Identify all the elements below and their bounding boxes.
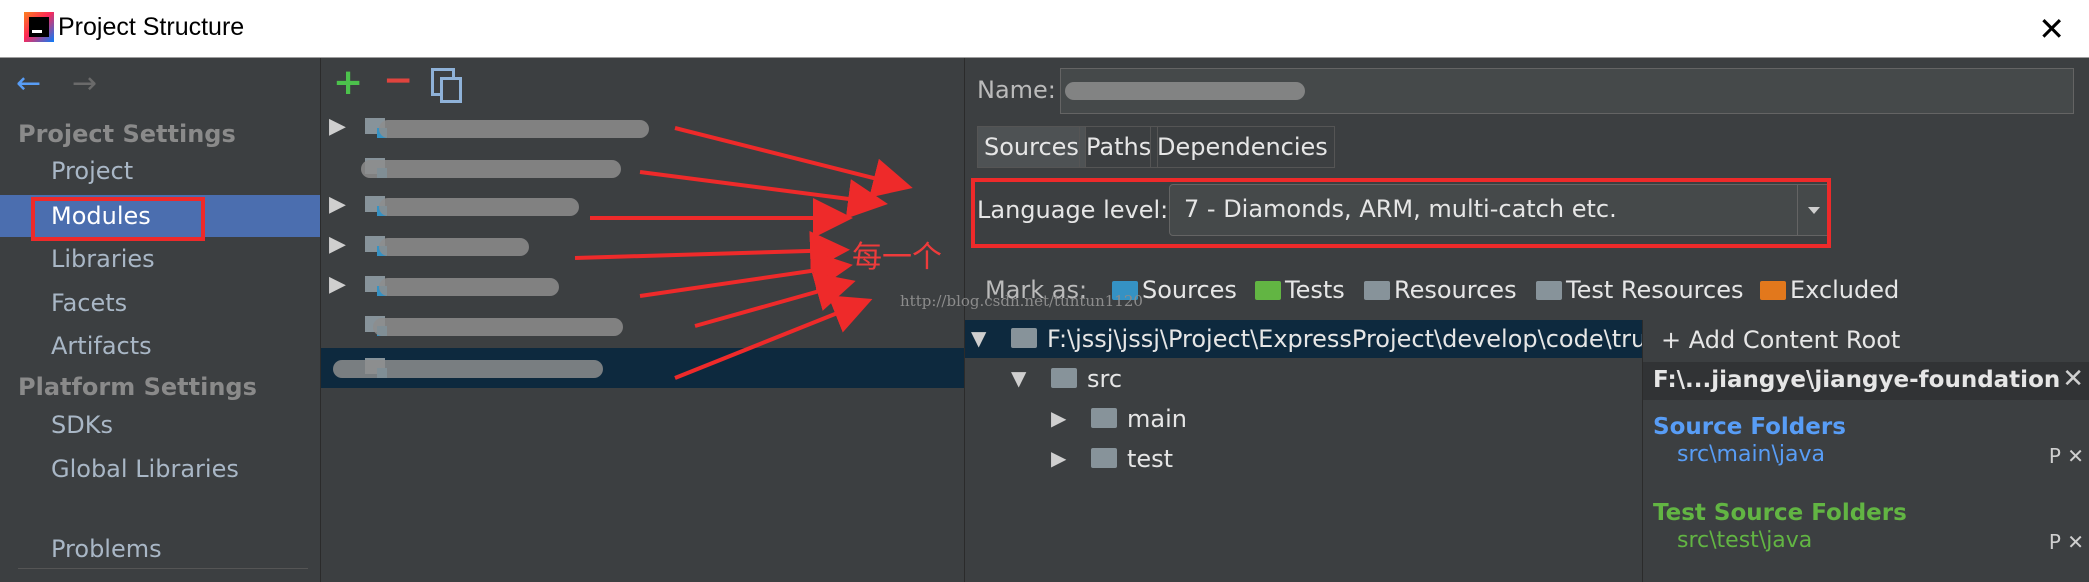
- tab-dependencies[interactable]: Dependencies: [1150, 126, 1335, 168]
- remove-folder-icon[interactable]: ✕: [2067, 444, 2084, 468]
- sidebar-item-project[interactable]: Project: [0, 150, 320, 192]
- excluded-folder-icon: [1760, 281, 1786, 300]
- add-module-button[interactable]: +: [333, 62, 363, 103]
- module-row[interactable]: [321, 148, 964, 188]
- mark-as-excluded-button[interactable]: Excluded: [1760, 276, 1899, 304]
- tree-item-test[interactable]: ▶ test: [965, 440, 1642, 478]
- remove-content-root-icon[interactable]: ✕: [2062, 364, 2084, 394]
- redacted-module-name: [379, 198, 579, 216]
- folder-icon: [1091, 448, 1117, 468]
- package-prefix-icon[interactable]: P: [2049, 444, 2061, 468]
- content-tree-root[interactable]: ▼ F:\jssj\jssj\Project\ExpressProject\de…: [965, 320, 1661, 358]
- module-row[interactable]: ▶: [321, 108, 964, 148]
- tab-sources[interactable]: Sources: [977, 126, 1086, 168]
- project-settings-heading: Project Settings: [18, 120, 236, 148]
- redacted-module-name: [361, 160, 621, 178]
- annotation-text: 每一个: [852, 240, 942, 275]
- expand-arrow-icon[interactable]: ▶: [1051, 446, 1066, 470]
- redacted-module-name: [333, 360, 603, 378]
- sidebar-item-facets[interactable]: Facets: [0, 282, 320, 324]
- expand-arrow-icon[interactable]: ▶: [1051, 406, 1066, 430]
- source-folder-path: src\main\java: [1677, 442, 1826, 467]
- redacted-module-name: [373, 318, 623, 336]
- platform-settings-heading: Platform Settings: [18, 373, 257, 401]
- folder-icon: [1091, 408, 1117, 428]
- watermark: http://blog.csdn.net/tuntun1120: [900, 292, 1143, 310]
- expand-arrow-icon[interactable]: ▶: [329, 192, 346, 217]
- window-titlebar: Project Structure ✕: [0, 0, 2089, 58]
- back-arrow-icon[interactable]: ←: [16, 66, 41, 101]
- source-folder-tools: P ✕: [2049, 444, 2084, 468]
- content-root-path: F:\...jiangye\jiangye-foundation: [1653, 367, 2061, 393]
- expand-arrow-icon[interactable]: ▶: [329, 114, 346, 139]
- tab-paths[interactable]: Paths: [1079, 126, 1159, 168]
- folder-icon: [1011, 328, 1037, 348]
- test-source-folders-heading: Test Source Folders: [1653, 500, 1907, 526]
- forward-arrow-icon[interactable]: →: [72, 66, 97, 101]
- module-row[interactable]: ▶: [321, 186, 964, 226]
- mark-as-test-resources-button[interactable]: Test Resources: [1536, 276, 1743, 304]
- collapse-arrow-icon[interactable]: ▼: [971, 326, 986, 350]
- resources-folder-icon: [1364, 281, 1390, 300]
- sidebar-item-sdks[interactable]: SDKs: [0, 404, 320, 446]
- modules-highlight-box: [31, 197, 205, 241]
- mark-as-resources-button[interactable]: Resources: [1364, 276, 1517, 304]
- module-editor: Name: Sources Paths Dependencies Languag…: [965, 58, 2089, 582]
- tests-folder-icon: [1255, 281, 1281, 300]
- folder-icon: [1051, 368, 1077, 388]
- content-root-header: F:\...jiangye\jiangye-foundation ✕: [1643, 362, 2089, 400]
- source-folders-heading: Source Folders: [1653, 414, 1846, 440]
- sidebar-item-global-libraries[interactable]: Global Libraries: [0, 448, 320, 490]
- collapse-arrow-icon[interactable]: ▼: [1011, 366, 1026, 390]
- redacted-module-name: [379, 120, 649, 138]
- tree-item-src[interactable]: ▼ src: [965, 360, 1642, 398]
- tree-item-main[interactable]: ▶ main: [965, 400, 1642, 438]
- remove-module-button[interactable]: −: [383, 60, 413, 101]
- redacted-module-name: [379, 238, 529, 256]
- close-icon[interactable]: ✕: [2038, 10, 2065, 48]
- sidebar-item-artifacts[interactable]: Artifacts: [0, 325, 320, 367]
- test-resources-folder-icon: [1536, 281, 1562, 300]
- sidebar-item-libraries[interactable]: Libraries: [0, 238, 320, 280]
- modules-panel: + − ▶ ▶ ▶ ▶: [321, 58, 965, 582]
- expand-arrow-icon[interactable]: ▶: [329, 272, 346, 297]
- language-level-highlight-box: [971, 178, 1831, 248]
- intellij-logo-icon: [24, 12, 54, 42]
- content-root-panel: + Add Content Root F:\...jiangye\jiangye…: [1642, 320, 2089, 582]
- sidebar-item-problems[interactable]: Problems: [0, 528, 320, 570]
- mark-as-tests-button[interactable]: Tests: [1255, 276, 1345, 304]
- module-row[interactable]: [321, 306, 964, 346]
- name-label: Name:: [977, 76, 1056, 104]
- expand-arrow-icon[interactable]: ▶: [329, 232, 346, 257]
- add-content-root-button[interactable]: + Add Content Root: [1661, 326, 1900, 354]
- copy-module-icon[interactable]: [431, 68, 462, 103]
- test-source-folder-path: src\test\java: [1677, 528, 1813, 553]
- module-row-selected[interactable]: [321, 348, 964, 388]
- module-name-field[interactable]: [1060, 68, 2074, 114]
- package-prefix-icon[interactable]: P: [2049, 530, 2061, 554]
- window-title: Project Structure: [58, 13, 245, 41]
- redacted-module-name: [1065, 82, 1305, 100]
- settings-sidebar: ← → Project Settings Project Modules Lib…: [0, 58, 321, 582]
- remove-folder-icon[interactable]: ✕: [2067, 530, 2084, 554]
- redacted-module-name: [379, 278, 559, 296]
- test-folder-tools: P ✕: [2049, 530, 2084, 554]
